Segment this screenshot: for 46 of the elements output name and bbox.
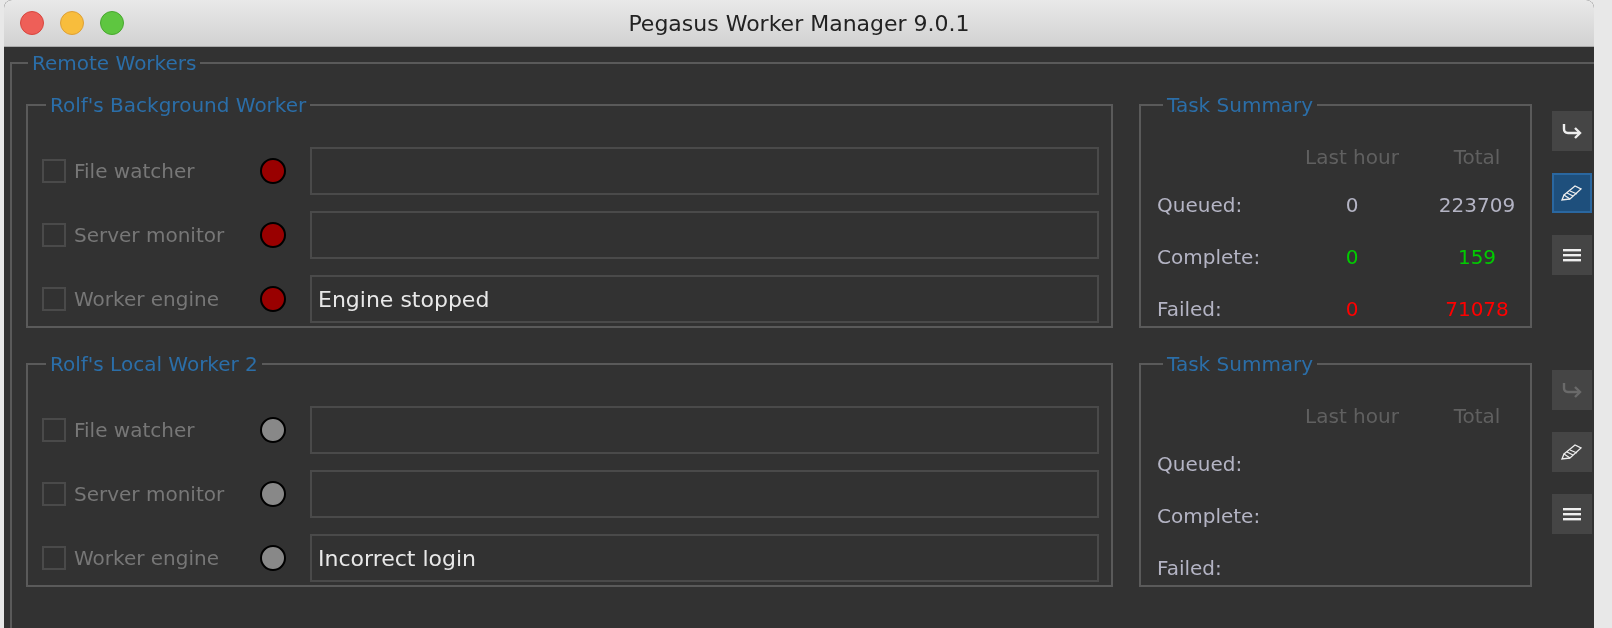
edit-button[interactable] <box>1552 432 1592 472</box>
menu-icon <box>1562 248 1582 262</box>
worker-title: Rolf's Local Worker 2 <box>49 352 259 376</box>
count-value: 0 <box>1344 244 1360 271</box>
forward-arrow-icon <box>1561 122 1583 140</box>
status-field: Engine stopped <box>310 275 1099 323</box>
menu-icon <box>1562 507 1582 521</box>
summary-title: Task Summary <box>1166 352 1315 376</box>
minimize-button[interactable] <box>60 11 84 35</box>
row-label: Failed: <box>1157 555 1223 582</box>
checkbox[interactable] <box>42 418 66 442</box>
section-title: Remote Workers <box>31 51 198 75</box>
row-label: Complete: <box>1157 503 1262 530</box>
count-value: 0 <box>1344 192 1360 219</box>
checkbox[interactable] <box>42 546 66 570</box>
menu-button[interactable] <box>1552 235 1592 275</box>
row-label: Complete: <box>1157 244 1262 271</box>
service-label: Worker engine <box>74 287 221 311</box>
checkbox[interactable] <box>42 287 66 311</box>
status-field: Incorrect login <box>310 534 1099 582</box>
service-label: Worker engine <box>74 546 221 570</box>
pencil-icon <box>1560 183 1584 203</box>
count-value: 0 <box>1344 296 1360 323</box>
row-label: Failed: <box>1157 296 1223 323</box>
row-label: Queued: <box>1157 192 1244 219</box>
row-label: Queued: <box>1157 451 1244 478</box>
checkbox[interactable] <box>42 223 66 247</box>
count-value: 71078 <box>1444 296 1510 323</box>
forward-button[interactable] <box>1552 111 1592 151</box>
count-value: 223709 <box>1437 192 1517 219</box>
service-label: File watcher <box>74 159 196 183</box>
close-button[interactable] <box>20 11 44 35</box>
window-title: Pegasus Worker Manager 9.0.1 <box>628 10 970 36</box>
service-label: Server monitor <box>74 482 226 506</box>
zoom-button[interactable] <box>100 11 124 35</box>
checkbox[interactable] <box>42 159 66 183</box>
forward-arrow-icon <box>1561 381 1583 399</box>
pencil-icon <box>1560 442 1584 462</box>
checkbox[interactable] <box>42 482 66 506</box>
service-label: Server monitor <box>74 223 226 247</box>
worker-title: Rolf's Background Worker <box>49 93 308 117</box>
count-value: 159 <box>1456 244 1498 271</box>
menu-button[interactable] <box>1552 494 1592 534</box>
service-label: File watcher <box>74 418 196 442</box>
summary-title: Task Summary <box>1166 93 1315 117</box>
edit-button[interactable] <box>1552 173 1592 213</box>
